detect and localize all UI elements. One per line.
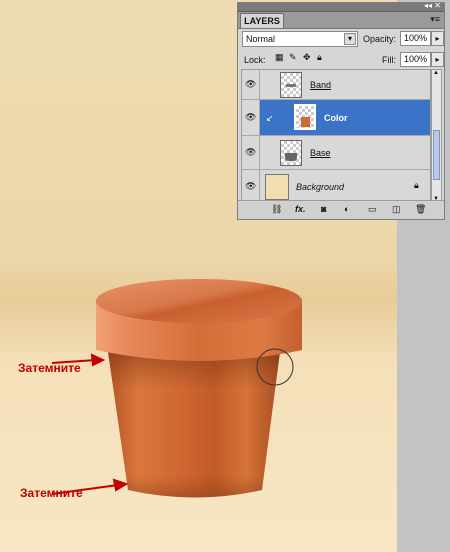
trash-icon[interactable]: 🗑︎ [415, 204, 426, 215]
folder-icon[interactable]: ▭ [368, 204, 377, 215]
scroll-up-icon[interactable]: ▲ [433, 70, 439, 76]
lock-label: Lock: [244, 55, 266, 65]
panel-titlebar[interactable]: ◂◂ ✕ [238, 1, 444, 12]
fill-label: Fill: [382, 55, 396, 65]
layers-scrollbar[interactable]: ▲ ▼ [431, 69, 442, 203]
annotation-darken-top: Затемните [18, 361, 81, 375]
blend-mode-value: Normal [246, 34, 276, 44]
opacity-slider-button[interactable]: ▸ [431, 31, 444, 46]
layer-row-color[interactable]: 👁︎ ↙ Color [242, 100, 430, 136]
layer-thumbnail [265, 174, 289, 200]
fx-icon[interactable]: fx. [295, 204, 306, 214]
layer-thumbnail [280, 140, 302, 166]
chevron-down-icon[interactable]: ▾ [344, 33, 356, 45]
opacity-label: Opacity: [363, 34, 397, 44]
visibility-eye-icon[interactable]: 👁︎ [242, 70, 260, 99]
blend-mode-select[interactable]: Normal ▾ [242, 31, 358, 47]
adjustment-icon[interactable]: ◐ [344, 204, 349, 214]
mask-icon[interactable]: ◙ [321, 204, 326, 214]
layer-thumbnail [294, 104, 316, 130]
layers-list: 👁︎ Band 👁︎ ↙ Color 👁︎ Base 👁︎ Background… [241, 69, 431, 203]
collapse-icon[interactable]: ◂◂ ✕ [424, 1, 441, 11]
visibility-eye-icon[interactable]: 👁︎ [242, 100, 260, 135]
pot-rim-top [96, 279, 302, 323]
lock-icon: 🔒︎ [414, 180, 419, 190]
lock-all-icon[interactable]: 🔒︎ [317, 52, 322, 63]
layer-name-background[interactable]: Background [296, 182, 344, 192]
layer-name-band[interactable]: Band [310, 80, 331, 90]
fill-slider-button[interactable]: ▸ [431, 52, 444, 67]
link-icon[interactable]: ⛓ [271, 204, 282, 215]
panel-menu-icon[interactable]: ▾≡ [430, 14, 440, 25]
clip-arrow-icon: ↙ [266, 113, 274, 123]
lock-fill-row: Lock: ▦ ✎ ✥ 🔒︎ Fill: 100% ▸ [242, 52, 444, 67]
visibility-eye-icon[interactable]: 👁︎ [242, 170, 260, 202]
layer-row-base[interactable]: 👁︎ Base [242, 136, 430, 170]
layer-row-band[interactable]: 👁︎ Band [242, 70, 430, 100]
layer-row-background[interactable]: 👁︎ Background 🔒︎ [242, 170, 430, 202]
layers-panel: ◂◂ ✕ LAYERS ▾≡ Normal ▾ Opacity: 100% ▸ … [237, 1, 445, 220]
visibility-eye-icon[interactable]: 👁︎ [242, 136, 260, 169]
layer-name-base[interactable]: Base [310, 148, 331, 158]
blend-opacity-row: Normal ▾ Opacity: 100% ▸ [242, 31, 444, 49]
scrollbar-thumb[interactable] [433, 130, 440, 180]
tab-layers[interactable]: LAYERS [240, 13, 284, 28]
panel-tabrow: LAYERS ▾≡ [238, 12, 444, 29]
panel-footer: ⛓ fx. ◙ ◐ ▭ ◫ 🗑︎ [238, 200, 444, 219]
lock-pixels-icon[interactable]: ✎ [289, 52, 297, 63]
lock-transparency-icon[interactable]: ▦ [275, 52, 284, 63]
new-layer-icon[interactable]: ◫ [392, 204, 401, 215]
layer-thumbnail [280, 72, 302, 98]
layer-name-color[interactable]: Color [324, 113, 348, 123]
fill-input[interactable]: 100% [400, 52, 431, 67]
annotation-darken-bottom: Затемните [20, 486, 83, 500]
lock-position-icon[interactable]: ✥ [303, 52, 311, 63]
opacity-input[interactable]: 100% [400, 31, 431, 46]
